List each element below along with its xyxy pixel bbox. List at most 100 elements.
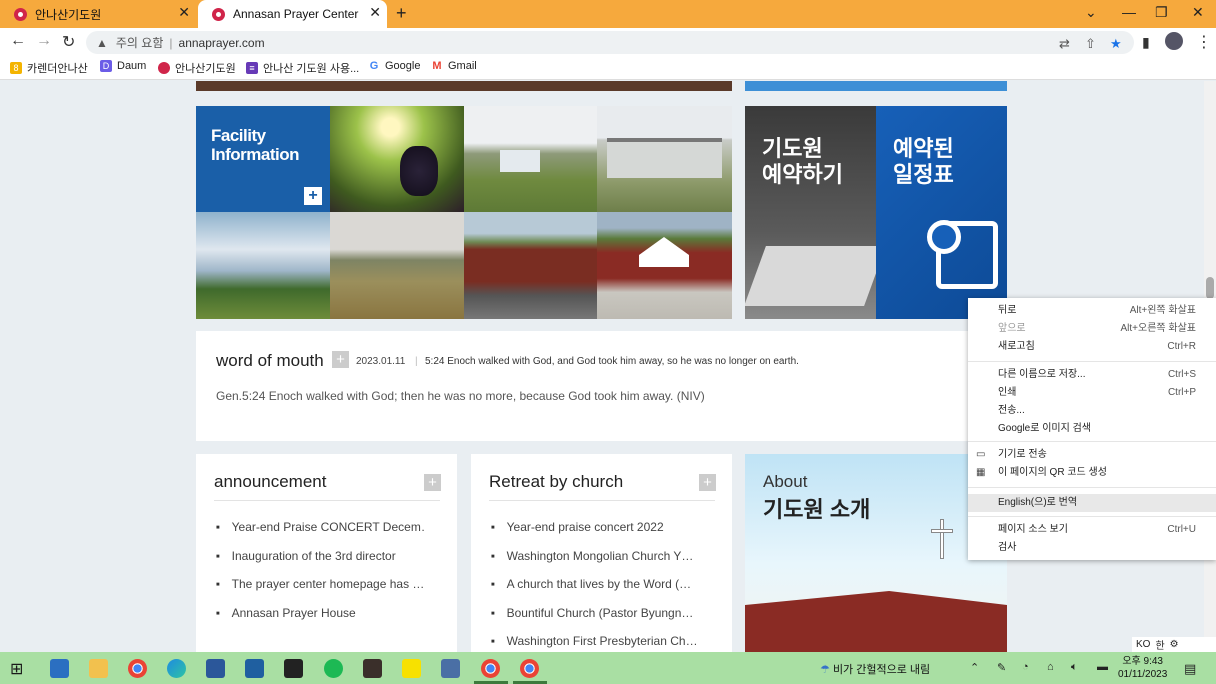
more-plus-icon[interactable]: +: [332, 351, 349, 368]
sticky-notes-icon[interactable]: [284, 659, 303, 678]
minimize-icon[interactable]: —: [1122, 4, 1136, 20]
building-photo[interactable]: [597, 106, 732, 212]
close-tab-icon[interactable]: ✕: [178, 4, 190, 21]
battery-icon[interactable]: ▬: [1097, 661, 1108, 673]
bookmark-item[interactable]: 8 카렌더안나산: [10, 60, 88, 76]
menu-item-send[interactable]: 전송...: [968, 402, 1216, 420]
list-item[interactable]: Year-end praise concert 2022: [491, 520, 701, 549]
field-photo[interactable]: [330, 212, 464, 319]
list-item[interactable]: Inauguration of the 3rd director: [216, 549, 426, 578]
bookmark-item[interactable]: M Gmail: [431, 60, 477, 72]
security-warning-label[interactable]: 주의 요함: [116, 34, 164, 51]
chapel-photo[interactable]: [597, 212, 732, 319]
post-body: Gen.5:24 Enoch walked with God; then he …: [216, 389, 705, 403]
list-item[interactable]: Washington First Presbyterian Ch…: [491, 634, 701, 652]
grapes-photo[interactable]: [330, 106, 464, 212]
url-text[interactable]: annaprayer.com: [179, 36, 265, 50]
more-plus-icon[interactable]: +: [699, 474, 716, 491]
file-explorer-icon[interactable]: [89, 659, 108, 678]
menu-item-reload[interactable]: 새로고침 Ctrl+R: [968, 338, 1216, 356]
back-arrow-icon[interactable]: ←: [10, 32, 26, 50]
more-plus-icon[interactable]: +: [424, 474, 441, 491]
address-bar[interactable]: ▲ 주의 요함 | annaprayer.com ⇄ ⇧ ★: [86, 31, 1134, 54]
pen-icon[interactable]: ✎: [997, 661, 1006, 674]
volume-icon[interactable]: 🔈︎: [1071, 661, 1078, 674]
chrome-icon[interactable]: [520, 659, 539, 678]
list-item[interactable]: The prayer center homepage has …: [216, 577, 426, 606]
bookmark-item[interactable]: G Google: [368, 60, 420, 72]
app-icon[interactable]: [363, 659, 382, 678]
chevron-up-icon[interactable]: ⌃: [970, 661, 979, 674]
side-panel-icon[interactable]: ▮: [1142, 34, 1150, 51]
word-of-mouth-heading: word of mouth: [216, 351, 324, 370]
store-icon[interactable]: [50, 659, 69, 678]
announcement-heading: announcement: [214, 472, 327, 491]
ime-language[interactable]: KO: [1136, 639, 1150, 650]
notepad-icon[interactable]: [441, 659, 460, 678]
more-menu-icon[interactable]: ⋮: [1196, 32, 1212, 52]
menu-item-inspect[interactable]: 검사: [968, 539, 1216, 557]
chrome-icon[interactable]: [128, 659, 147, 678]
list-item[interactable]: A church that lives by the Word (…: [491, 577, 701, 606]
menu-item-forward[interactable]: 앞으로 Alt+오른쪽 화살표: [968, 320, 1216, 338]
warning-triangle-icon[interactable]: ▲: [96, 36, 108, 50]
menu-item-save-as[interactable]: 다른 이름으로 저장... Ctrl+S: [968, 366, 1216, 384]
ime-language-bar[interactable]: KO 한 ⚙: [1132, 637, 1216, 652]
church-photo[interactable]: [464, 212, 597, 319]
bookmark-item[interactable]: D Daum: [100, 60, 146, 72]
scrollbar-thumb[interactable]: [1206, 277, 1214, 299]
device-icon: ▭: [976, 449, 986, 460]
bookmark-item[interactable]: 안나산기도원: [158, 60, 236, 76]
sky-field-photo[interactable]: [196, 212, 330, 319]
list-item[interactable]: Bountiful Church (Pastor Byungn…: [491, 606, 701, 635]
reserve-prayer-house-tile[interactable]: 기도원 예약하기: [745, 106, 876, 319]
weather-widget[interactable]: ☂ 비가 간헐적으로 내림: [820, 661, 930, 677]
announcement-list: Year-end Praise CONCERT Decem… Inaugurat…: [216, 520, 426, 634]
facility-information-tile[interactable]: Facility Information +: [196, 106, 330, 212]
usb-icon[interactable]: ⌂: [1047, 661, 1054, 673]
form-icon: ≡: [246, 62, 258, 74]
photos-icon[interactable]: [245, 659, 264, 678]
cabin-photo[interactable]: [464, 106, 597, 212]
cross-icon: [940, 519, 944, 559]
edge-icon[interactable]: [167, 659, 186, 678]
new-tab-button[interactable]: +: [396, 3, 407, 24]
menu-item-google-image-search[interactable]: Google로 이미지 검색: [968, 420, 1216, 438]
list-item[interactable]: Washington Mongolian Church Y…: [491, 549, 701, 578]
reload-icon[interactable]: ↻: [62, 32, 75, 52]
system-clock[interactable]: 오후 9:43 01/11/2023: [1118, 655, 1167, 681]
plus-icon[interactable]: +: [304, 187, 322, 205]
forward-arrow-icon[interactable]: →: [36, 32, 52, 50]
close-window-icon[interactable]: ✕: [1192, 4, 1204, 21]
site-favicon-icon: [14, 7, 27, 21]
menu-item-translate[interactable]: English(으)로 번역: [968, 494, 1216, 512]
share-icon[interactable]: ⇧: [1085, 36, 1096, 52]
maximize-icon[interactable]: ❐: [1155, 4, 1168, 21]
profile-avatar[interactable]: [1165, 32, 1183, 50]
chrome-icon[interactable]: [481, 659, 500, 678]
network-icon[interactable]: ◔: [1022, 661, 1029, 673]
list-item[interactable]: Annasan Prayer House: [216, 606, 426, 635]
ime-mode[interactable]: 한: [1155, 637, 1164, 652]
translate-icon[interactable]: ⇄: [1059, 36, 1070, 52]
start-windows-icon[interactable]: ⊞: [10, 659, 23, 679]
ime-settings-icon[interactable]: ⚙: [1170, 639, 1179, 650]
menu-item-qr-code[interactable]: ▦ 이 페이지의 QR 코드 생성: [968, 464, 1216, 482]
word-icon[interactable]: [206, 659, 225, 678]
kakaotalk-icon[interactable]: [402, 659, 421, 678]
tab-annasan-korean[interactable]: 안나산기도원 ✕: [0, 0, 196, 28]
reserved-schedule-tile[interactable]: 예약된 일정표: [876, 106, 1007, 319]
close-tab-icon[interactable]: ✕: [369, 4, 381, 21]
post-summary-link[interactable]: 5:24 Enoch walked with God, and God took…: [425, 356, 799, 367]
menu-item-back[interactable]: 뒤로 Alt+왼쪽 화살표: [968, 302, 1216, 320]
tab-annasan-prayer-center[interactable]: Annasan Prayer Center ✕: [198, 0, 387, 28]
bookmark-item[interactable]: ≡ 안나산 기도원 사용...: [246, 60, 359, 76]
bookmark-star-icon[interactable]: ★: [1110, 36, 1122, 52]
list-item[interactable]: Year-end Praise CONCERT Decem…: [216, 520, 426, 549]
menu-item-view-source[interactable]: 페이지 소스 보기 Ctrl+U: [968, 521, 1216, 539]
menu-item-print[interactable]: 인쇄 Ctrl+P: [968, 384, 1216, 402]
menu-item-send-to-device[interactable]: ▭ 기기로 전송: [968, 446, 1216, 464]
notifications-icon[interactable]: ▤: [1184, 661, 1196, 677]
spotify-icon[interactable]: [324, 659, 343, 678]
tab-search-icon[interactable]: ⌄: [1085, 4, 1097, 21]
